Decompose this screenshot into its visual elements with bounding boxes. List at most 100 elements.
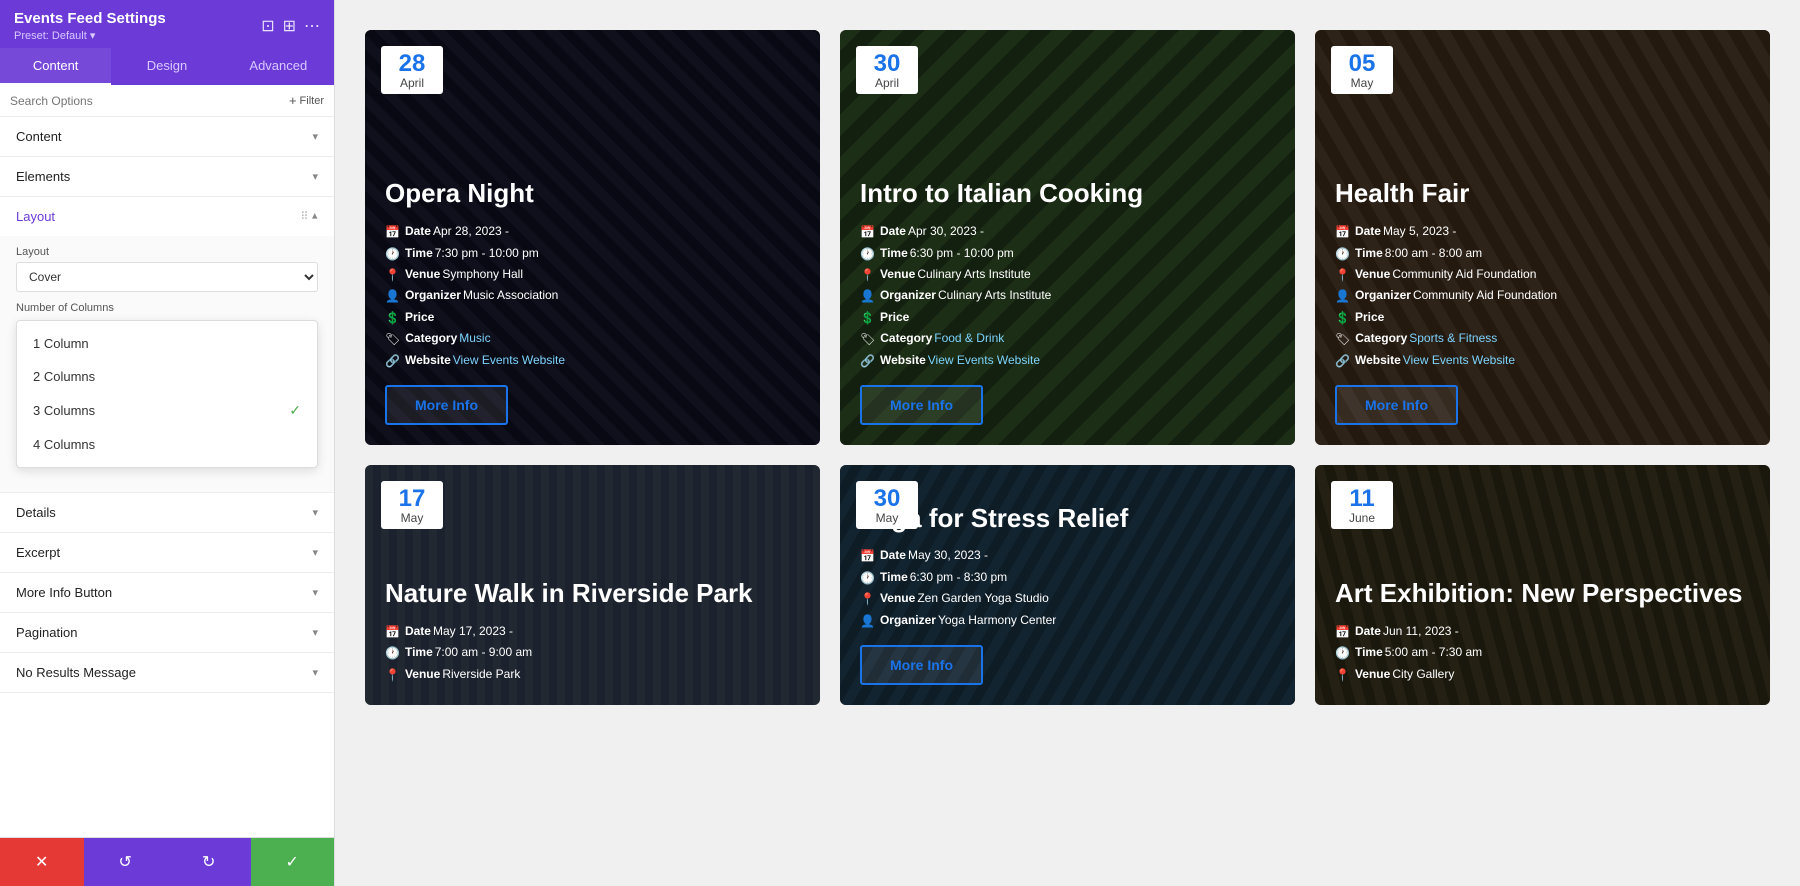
meta-price: 💲Price — [860, 307, 1275, 328]
panel-header-left: Events Feed Settings Preset: Default — [14, 10, 166, 42]
more-info-button[interactable]: More Info — [860, 385, 983, 425]
event-card-italian-cooking: 30 April Intro to Italian Cooking 📅DateA… — [840, 30, 1295, 445]
location-icon: 📍 — [860, 265, 875, 285]
event-card-yoga: 30 May Yoga for Stress Relief 📅DateMay 3… — [840, 465, 1295, 705]
tab-content[interactable]: Content — [0, 48, 111, 85]
cancel-button[interactable]: ✕ — [0, 838, 84, 886]
event-meta: 📅DateMay 5, 2023 - 🕐Time8:00 am - 8:00 a… — [1335, 221, 1750, 371]
accordion-more-info-header[interactable]: More Info Button ▾ — [0, 573, 334, 612]
meta-date: 📅DateApr 28, 2023 - — [385, 221, 800, 242]
save-button[interactable]: ✓ — [251, 838, 335, 886]
filter-button[interactable]: Filter — [289, 93, 324, 108]
event-meta: 📅DateApr 28, 2023 - 🕐Time7:30 pm - 10:00… — [385, 221, 800, 371]
event-card-opera-night: 28 April Opera Night 📅DateApr 28, 2023 -… — [365, 30, 820, 445]
meta-website: 🔗WebsiteView Events Website — [860, 350, 1275, 371]
meta-venue: 📍VenueZen Garden Yoga Studio — [860, 588, 1275, 609]
meta-venue: 📍VenueCommunity Aid Foundation — [1335, 264, 1750, 285]
more-info-button[interactable]: More Info — [1335, 385, 1458, 425]
meta-organizer: 👤OrganizerYoga Harmony Center — [860, 610, 1275, 631]
event-meta: 📅DateApr 30, 2023 - 🕐Time6:30 pm - 10:00… — [860, 221, 1275, 371]
link-icon: 🔗 — [385, 351, 400, 371]
chevron-down-icon: ▾ — [312, 666, 318, 679]
redo-button[interactable]: ↻ — [167, 838, 251, 886]
calendar-icon: 📅 — [385, 222, 400, 242]
meta-time: 🕐Time7:30 pm - 10:00 pm — [385, 243, 800, 264]
panel-title: Events Feed Settings — [14, 10, 166, 27]
meta-venue: 📍VenueSymphony Hall — [385, 264, 800, 285]
meta-venue: 📍VenueCity Gallery — [1335, 664, 1750, 685]
meta-date: 📅DateMay 5, 2023 - — [1335, 221, 1750, 242]
meta-time: 🕐Time6:30 pm - 8:30 pm — [860, 567, 1275, 588]
event-meta: 📅DateMay 17, 2023 - 🕐Time7:00 am - 9:00 … — [385, 621, 800, 685]
event-card-content: Opera Night 📅DateApr 28, 2023 - 🕐Time7:3… — [365, 161, 820, 445]
responsive-icon[interactable]: ⊡ — [261, 16, 274, 36]
clock-icon: 🕐 — [860, 568, 875, 588]
columns-label: Number of Columns — [16, 302, 318, 314]
category-icon: 🏷 — [1335, 329, 1350, 349]
clock-icon: 🕐 — [860, 244, 875, 264]
layout-select[interactable]: Cover List Grid Masonry — [16, 262, 318, 292]
event-title: Intro to Italian Cooking — [860, 179, 1275, 209]
accordion-content-header[interactable]: Content ▾ — [0, 117, 334, 156]
accordion-layout: Layout ⠿ ▾ Layout Cover List Grid Masonr… — [0, 197, 334, 493]
panel-preset[interactable]: Preset: Default — [14, 29, 166, 42]
meta-date: 📅DateJun 11, 2023 - — [1335, 621, 1750, 642]
left-panel: Events Feed Settings Preset: Default ⊡ ⊞… — [0, 0, 335, 886]
person-icon: 👤 — [860, 611, 875, 631]
chevron-up-icon: ▾ — [312, 210, 318, 223]
columns-option-3[interactable]: 3 Columns ✓ — [17, 393, 317, 428]
more-icon[interactable]: ⋯ — [304, 16, 320, 36]
columns-option-2[interactable]: 2 Columns — [17, 360, 317, 393]
tab-design[interactable]: Design — [111, 48, 222, 85]
events-grid: 28 April Opera Night 📅DateApr 28, 2023 -… — [365, 30, 1770, 705]
meta-time: 🕐Time7:00 am - 9:00 am — [385, 642, 800, 663]
event-date-badge: 05 May — [1331, 46, 1393, 94]
search-input[interactable] — [10, 94, 283, 108]
layout-field: Layout Cover List Grid Masonry — [16, 246, 318, 292]
link-icon: 🔗 — [1335, 351, 1350, 371]
accordion-no-results: No Results Message ▾ — [0, 653, 334, 693]
chevron-down-icon: ▾ — [312, 170, 318, 183]
meta-venue: 📍VenueRiverside Park — [385, 664, 800, 685]
price-icon: 💲 — [385, 308, 400, 328]
meta-price: 💲Price — [1335, 307, 1750, 328]
event-title: Art Exhibition: New Perspectives — [1335, 579, 1750, 609]
calendar-icon: 📅 — [860, 222, 875, 242]
layout-field-label: Layout — [16, 246, 318, 258]
accordion-pagination: Pagination ▾ — [0, 613, 334, 653]
calendar-icon: 📅 — [860, 546, 875, 566]
split-icon[interactable]: ⊞ — [283, 16, 296, 36]
location-icon: 📍 — [860, 589, 875, 609]
accordion-elements-header[interactable]: Elements ▾ — [0, 157, 334, 196]
person-icon: 👤 — [1335, 286, 1350, 306]
tab-advanced[interactable]: Advanced — [223, 48, 334, 85]
accordion-layout-header[interactable]: Layout ⠿ ▾ — [0, 197, 334, 236]
meta-date: 📅DateMay 17, 2023 - — [385, 621, 800, 642]
undo-button[interactable]: ↺ — [84, 838, 168, 886]
accordion-excerpt: Excerpt ▾ — [0, 533, 334, 573]
event-date-badge: 17 May — [381, 481, 443, 529]
person-icon: 👤 — [385, 286, 400, 306]
chevron-down-icon: ▾ — [312, 506, 318, 519]
calendar-icon: 📅 — [385, 622, 400, 642]
category-icon: 🏷 — [385, 329, 400, 349]
event-card-content: Art Exhibition: New Perspectives 📅DateJu… — [1315, 561, 1770, 705]
accordion-pagination-header[interactable]: Pagination ▾ — [0, 613, 334, 652]
person-icon: 👤 — [860, 286, 875, 306]
event-card-content: Nature Walk in Riverside Park 📅DateMay 1… — [365, 561, 820, 705]
meta-date: 📅DateMay 30, 2023 - — [860, 545, 1275, 566]
chevron-down-icon: ▾ — [312, 130, 318, 143]
location-icon: 📍 — [385, 665, 400, 685]
accordion-details-header[interactable]: Details ▾ — [0, 493, 334, 532]
event-card-nature-walk: 17 May Nature Walk in Riverside Park 📅Da… — [365, 465, 820, 705]
accordion-no-results-header[interactable]: No Results Message ▾ — [0, 653, 334, 692]
columns-option-1[interactable]: 1 Column — [17, 327, 317, 360]
clock-icon: 🕐 — [385, 244, 400, 264]
meta-price: 💲Price — [385, 307, 800, 328]
more-info-button[interactable]: More Info — [385, 385, 508, 425]
chevron-down-icon: ▾ — [312, 546, 318, 559]
columns-option-4[interactable]: 4 Columns — [17, 428, 317, 461]
clock-icon: 🕐 — [1335, 643, 1350, 663]
accordion-excerpt-header[interactable]: Excerpt ▾ — [0, 533, 334, 572]
more-info-button[interactable]: More Info — [860, 645, 983, 685]
